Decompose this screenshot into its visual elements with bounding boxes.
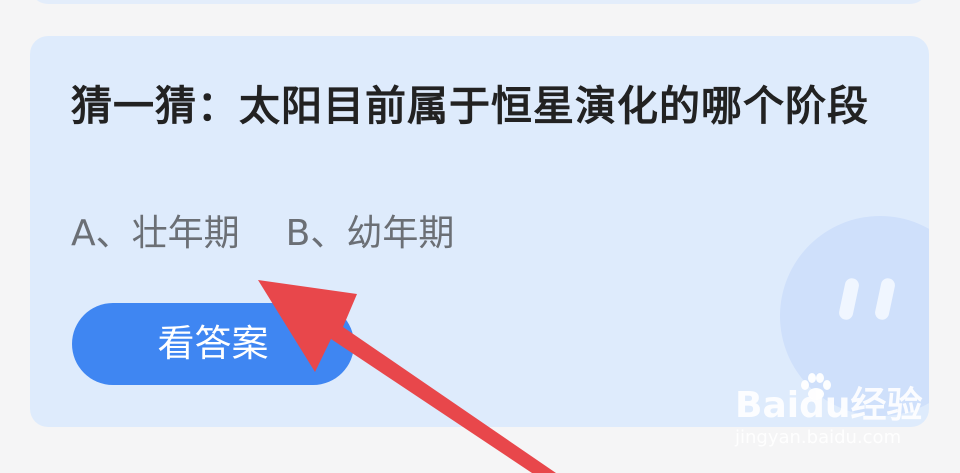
baidu-watermark: Baidu经验 jingyan.baidu.com <box>735 372 935 462</box>
view-answer-button[interactable]: 看答案 <box>72 303 354 385</box>
mascot-eye-right <box>873 277 897 321</box>
mascot-eye-left <box>837 277 861 321</box>
quiz-card: 猜一猜：太阳目前属于恒星演化的哪个阶段 A、壮年期 B、幼年期 看答案 <box>30 36 929 427</box>
watermark-logo-text: Baidu经验 <box>735 385 923 426</box>
previous-card <box>30 0 928 4</box>
option-a[interactable]: A、壮年期 <box>71 213 240 254</box>
option-b[interactable]: B、幼年期 <box>286 213 455 254</box>
watermark-url: jingyan.baidu.com <box>735 427 902 448</box>
answer-options: A、壮年期 B、幼年期 <box>71 210 454 258</box>
question-text: 猜一猜：太阳目前属于恒星演化的哪个阶段 <box>71 82 869 130</box>
